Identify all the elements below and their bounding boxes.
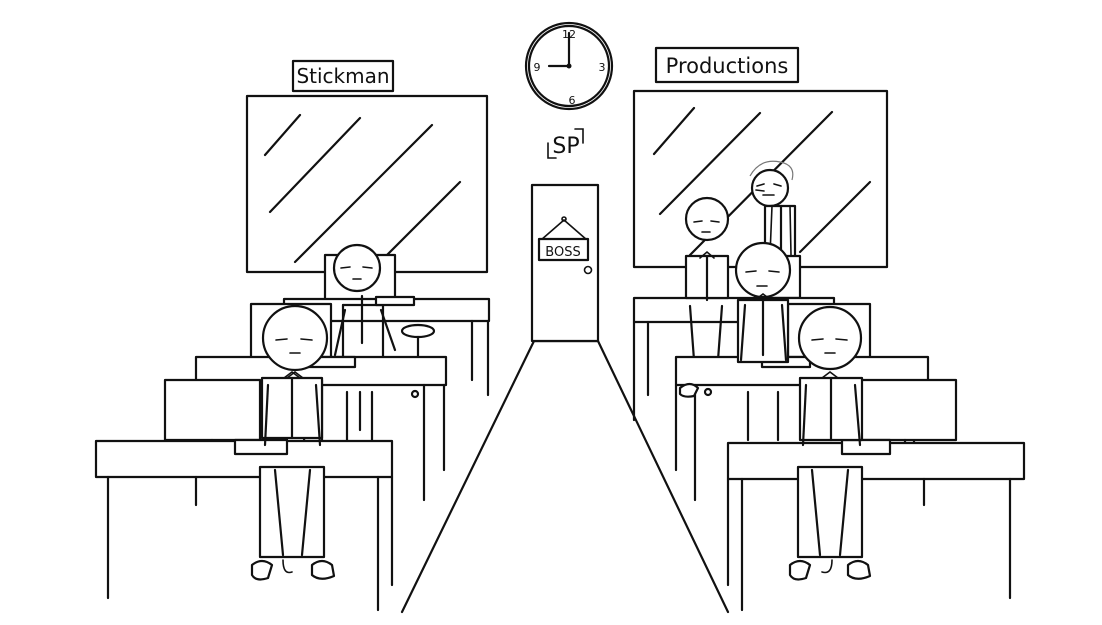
office-illustration: Stickman Productions 12 3 6 9 SP BOSS [94,21,1026,614]
clock-numeral-6: 6 [569,94,576,107]
sp-logo-text: SP [552,134,579,159]
sign-productions: Productions [654,46,800,84]
sign-productions-text: Productions [666,54,789,78]
clock-numeral-3: 3 [599,61,606,74]
sp-logo: SP [547,128,584,159]
door-sign-text: BOSS [545,245,580,260]
sign-stickman-text: Stickman [296,64,389,88]
clock-numeral-9: 9 [534,61,541,74]
sign-stickman: Stickman [291,59,395,93]
office-scene: Stickman Productions 12 3 6 9 SP BOSS [0,0,1102,620]
left-window [245,94,489,274]
wall-clock: 12 3 6 9 [524,21,614,111]
boss-door: BOSS [530,183,600,343]
